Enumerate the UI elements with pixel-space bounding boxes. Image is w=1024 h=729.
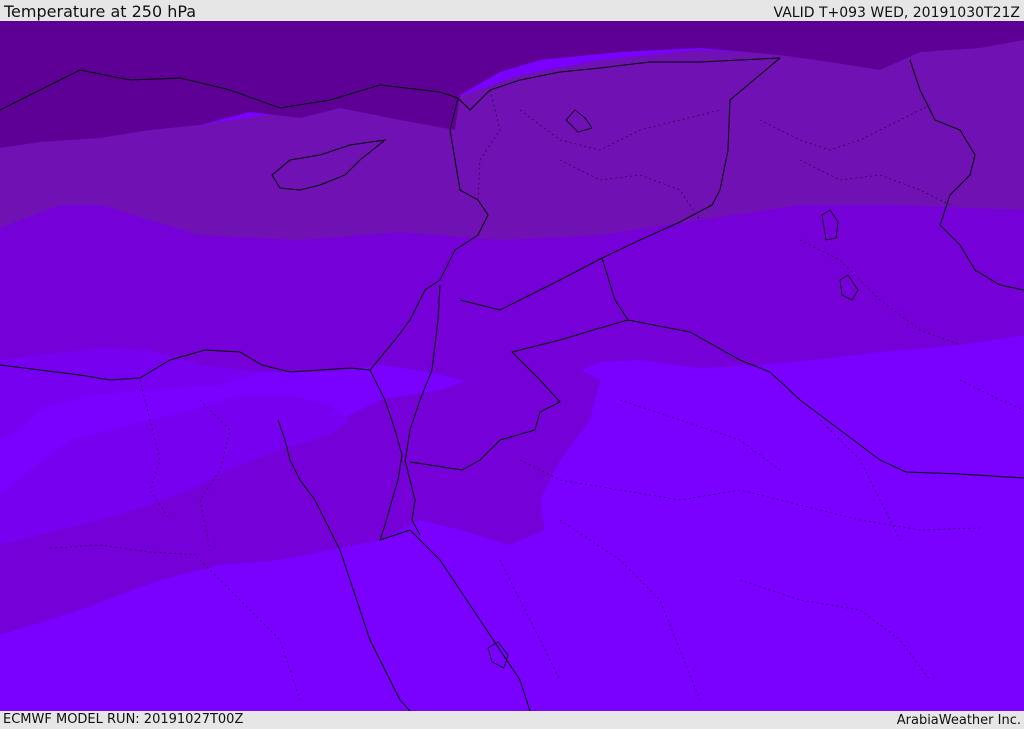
map-canvas — [0, 21, 1024, 711]
valid-time-label: VALID T+093 WED, 20191030T21Z — [773, 5, 1020, 21]
weather-map[interactable] — [0, 21, 1024, 711]
credit-label: ArabiaWeather Inc. — [896, 713, 1021, 728]
map-title: Temperature at 250 hPa — [4, 2, 197, 21]
header-bar: Temperature at 250 hPa VALID T+093 WED, … — [0, 0, 1024, 21]
model-run-label: ECMWF MODEL RUN: 20191027T00Z — [3, 712, 244, 727]
footer-bar: ECMWF MODEL RUN: 20191027T00Z ArabiaWeat… — [0, 711, 1024, 729]
